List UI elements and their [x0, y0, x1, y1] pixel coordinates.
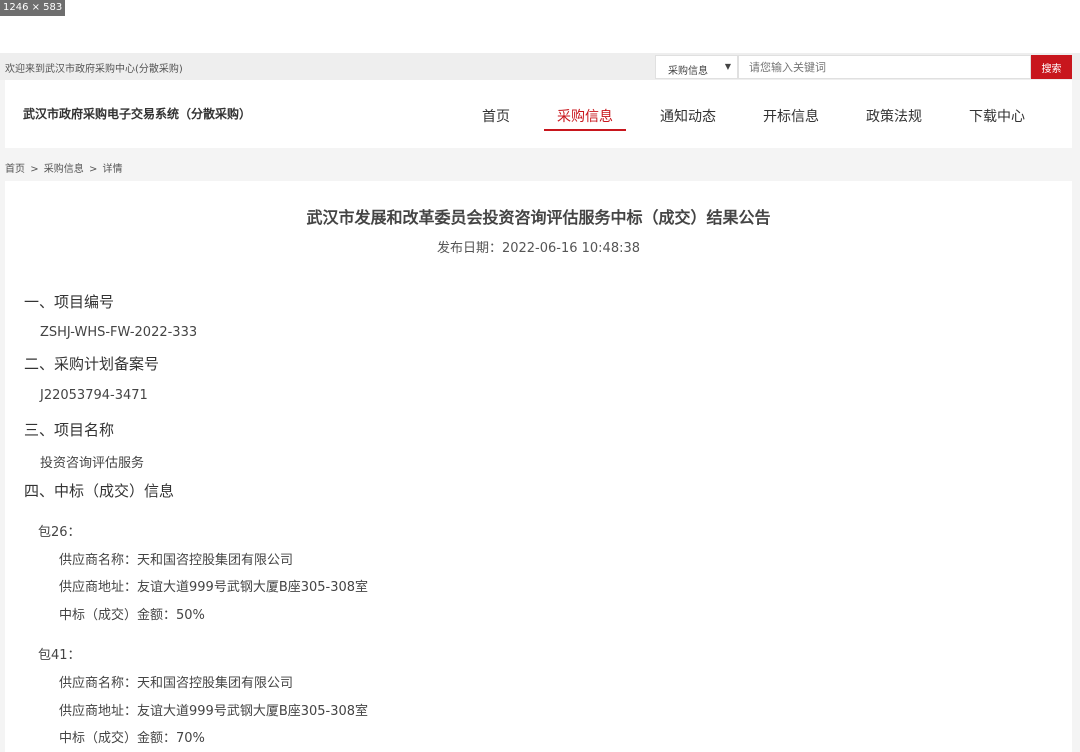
package-name: 包41： [38, 648, 81, 663]
notice-panel: 武汉市发展和改革委员会投资咨询评估服务中标（成交）结果公告 发布日期：2022-… [5, 181, 1072, 752]
nav-downloads[interactable]: 下载中心 [969, 106, 1025, 126]
breadcrumb-separator: > [88, 164, 98, 175]
breadcrumb-separator: > [30, 164, 39, 175]
package-amount: 中标（成交）金额：70% [59, 731, 205, 746]
chevron-down-icon: ▼ [724, 62, 731, 71]
active-nav-indicator [544, 129, 626, 131]
site-title: 武汉市政府采购电子交易系统（分散采购） [23, 107, 252, 121]
welcome-text: 欢迎来到武汉市政府采购中心(分散采购) [5, 64, 183, 75]
publish-date: 发布日期：2022-06-16 10:48:38 [436, 241, 641, 256]
search-category-select[interactable]: 采购信息 ▼ [655, 55, 738, 79]
package-address: 供应商地址：友谊大道999号武钢大厦B座305-308室 [59, 704, 369, 719]
search-category-value: 采购信息 [668, 66, 708, 77]
breadcrumb-current: 详情 [102, 164, 123, 175]
package-supplier: 供应商名称：天和国咨控股集团有限公司 [59, 676, 294, 691]
nav-policies[interactable]: 政策法规 [866, 106, 922, 126]
nav-notices[interactable]: 通知动态 [660, 106, 716, 126]
section-heading-award-info: 四、中标（成交）信息 [24, 482, 175, 500]
search-input[interactable] [738, 55, 1031, 79]
package-address: 供应商地址：友谊大道999号武钢大厦B座305-308室 [59, 580, 369, 595]
nav-home[interactable]: 首页 [482, 106, 510, 126]
site-header: 武汉市政府采购电子交易系统（分散采购） 首页 采购信息 通知动态 开标信息 政策… [5, 80, 1072, 148]
package-name: 包26： [38, 525, 81, 540]
section-heading-project-number: 一、项目编号 [24, 293, 115, 311]
nav-bid-opening[interactable]: 开标信息 [763, 106, 819, 126]
package-supplier: 供应商名称：天和国咨控股集团有限公司 [59, 553, 294, 568]
notice-title: 武汉市发展和改革委员会投资咨询评估服务中标（成交）结果公告 [306, 208, 771, 227]
plan-record-number: J22053794-3471 [40, 388, 148, 403]
dimension-badge: 1246 × 583 [0, 0, 66, 16]
breadcrumb: 首页 > 采购信息 > 详情 [5, 160, 125, 175]
package-amount: 中标（成交）金额：50% [59, 608, 205, 623]
section-heading-project-name: 三、项目名称 [24, 421, 115, 439]
breadcrumb-procurement-info[interactable]: 采购信息 [44, 164, 84, 175]
section-heading-plan-record: 二、采购计划备案号 [24, 355, 160, 373]
top-bar: 欢迎来到武汉市政府采购中心(分散采购) 采购信息 ▼ 搜索 [0, 53, 1080, 80]
project-name: 投资咨询评估服务 [40, 456, 145, 471]
project-number: ZSHJ-WHS-FW-2022-333 [40, 325, 198, 340]
search-button[interactable]: 搜索 [1031, 55, 1072, 79]
nav-procurement-info[interactable]: 采购信息 [557, 106, 613, 126]
breadcrumb-home[interactable]: 首页 [5, 164, 25, 175]
